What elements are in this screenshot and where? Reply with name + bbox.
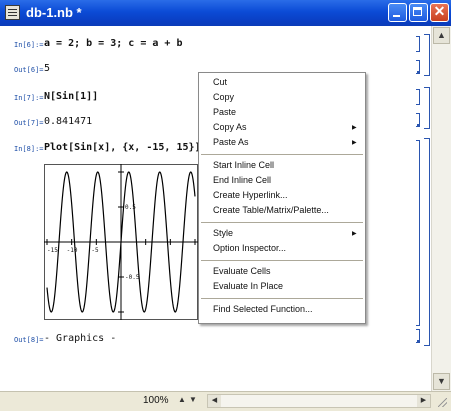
output-cell[interactable]: - Graphics - [44,333,116,344]
cell-bracket[interactable] [416,140,420,326]
maximize-button[interactable] [409,3,428,22]
menu-separator [201,260,363,261]
output-label: Out[8]= [14,336,44,344]
menu-item-style[interactable]: Style [213,228,233,238]
notebook-icon[interactable] [5,5,20,20]
menu-item-find-selected-function[interactable]: Find Selected Function... [213,304,313,314]
cell-bracket[interactable] [416,36,420,52]
close-icon: ✕ [433,3,446,19]
close-button[interactable]: ✕ [430,3,449,22]
x-tick-label: -5 [91,247,99,254]
cell-bracket[interactable] [416,60,420,74]
cell-bracket[interactable] [416,89,420,105]
menu-item-paste[interactable]: Paste [213,107,236,117]
vertical-scrollbar[interactable]: ▲ ▼ [431,26,451,391]
cell-bracket[interactable] [416,329,420,343]
menu-item-paste-as[interactable]: Paste As [213,137,249,147]
menu-separator [201,222,363,223]
menu-item-create-hyperlink[interactable]: Create Hyperlink... [213,190,288,200]
zoom-level[interactable]: 100% [143,395,169,406]
menu-item-cut[interactable]: Cut [213,77,227,87]
title-bar[interactable]: db-1.nb * ✕ [0,0,451,26]
menu-item-option-inspector[interactable]: Option Inspector... [213,243,286,253]
notebook-window: db-1.nb * ✕ In[6]:= a = 2; b = 3; c = a … [0,0,451,411]
window-title: db-1.nb * [26,5,82,20]
output-cell[interactable]: 0.841471 [44,116,92,127]
scroll-left-button[interactable]: ◀ [208,395,221,407]
input-label: In[6]:= [14,41,44,49]
zoom-out-icon[interactable]: ▼ [189,395,197,404]
output-label: Out[7]= [14,119,44,127]
group-bracket[interactable] [424,34,430,76]
x-tick-label: -15 [47,247,58,254]
cell-bracket[interactable] [416,113,420,127]
y-tick-label: 0.5 [125,204,136,211]
scroll-down-button[interactable]: ▼ [433,373,450,390]
menu-item-create-table[interactable]: Create Table/Matrix/Palette... [213,205,329,215]
x-tick-label: -10 [67,247,78,254]
menu-item-end-inline-cell[interactable]: End Inline Cell [213,175,271,185]
input-label: In[7]:= [14,94,44,102]
submenu-arrow-icon: ▶ [352,140,357,146]
group-bracket[interactable] [424,138,430,346]
menu-item-copy[interactable]: Copy [213,92,234,102]
submenu-arrow-icon: ▶ [352,231,357,237]
menu-item-evaluate-cells[interactable]: Evaluate Cells [213,266,271,276]
output-cell[interactable]: 5 [44,63,50,74]
input-label: In[8]:= [14,145,44,153]
menu-item-start-inline-cell[interactable]: Start Inline Cell [213,160,274,170]
input-cell[interactable]: N[Sin[1]] [44,91,98,102]
context-menu: Cut Copy Paste Copy As ▶ Paste As ▶ Star… [198,72,366,324]
resize-grip-icon[interactable] [435,395,448,408]
menu-separator [201,154,363,155]
status-bar: 100% ▲ ▼ ◀ ▶ [0,391,451,411]
y-tick-label: -0.5 [125,274,140,281]
menu-item-evaluate-in-place[interactable]: Evaluate In Place [213,281,283,291]
input-cell[interactable]: Plot[Sin[x], {x, -15, 15}] [44,142,201,153]
menu-item-copy-as[interactable]: Copy As [213,122,247,132]
group-bracket[interactable] [424,87,430,129]
zoom-in-icon[interactable]: ▲ [178,395,186,404]
scroll-up-button[interactable]: ▲ [433,27,450,44]
sine-plot[interactable]: -15 -10 -5 0.5 -0.5 [44,164,198,320]
minimize-button[interactable] [388,3,407,22]
submenu-arrow-icon: ▶ [352,125,357,131]
horizontal-scrollbar[interactable]: ◀ ▶ [207,394,431,408]
scroll-right-button[interactable]: ▶ [417,395,430,407]
input-cell[interactable]: a = 2; b = 3; c = a + b [44,38,182,49]
output-label: Out[6]= [14,66,44,74]
menu-separator [201,298,363,299]
plot-graphic: -15 -10 -5 0.5 -0.5 [44,164,198,320]
